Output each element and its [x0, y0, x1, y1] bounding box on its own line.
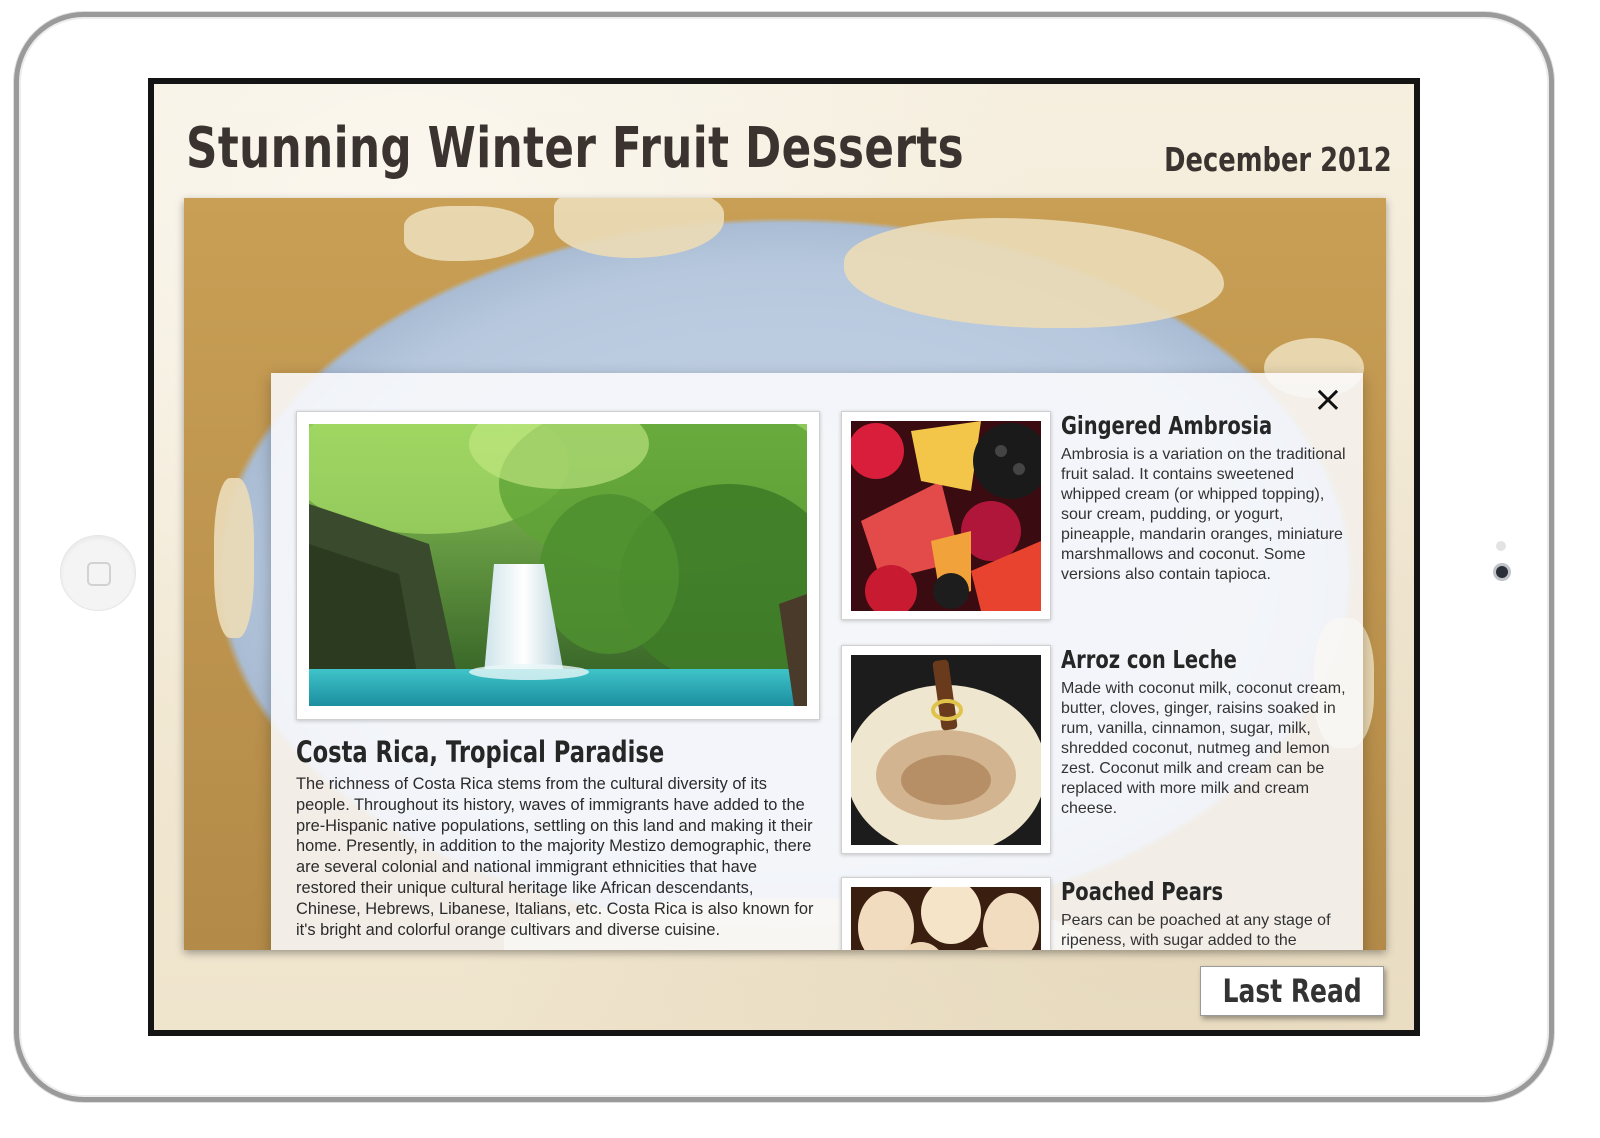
article-body: The richness of Costa Rica stems from th…: [296, 775, 814, 939]
recipe-description: Ambrosia is a variation on the tradition…: [1061, 446, 1346, 583]
poached-pears-photo: [851, 887, 1041, 950]
world-map-background: × Costa Rica, Tropical Paradise The rich…: [184, 198, 1386, 950]
waterfall-photo: [309, 424, 807, 706]
recipe-description: Made with coconut milk, coconut cream, b…: [1061, 680, 1346, 817]
camera-icon: [1493, 563, 1511, 581]
fruit-salad-photo: [851, 421, 1041, 611]
recipe-thumb-frame: [841, 411, 1051, 620]
rice-pudding-photo: [851, 655, 1041, 845]
article-heading: Costa Rica, Tropical Paradise: [296, 735, 665, 769]
last-read-label: Last Read: [1222, 972, 1362, 1010]
ambient-sensor: [1496, 541, 1506, 551]
app-screen: Stunning Winter Fruit Desserts December …: [148, 78, 1420, 1036]
home-button[interactable]: [60, 535, 136, 611]
recipe-description: Pears can be poached at any stage of rip…: [1061, 912, 1331, 949]
recipe-thumb-frame: [841, 645, 1051, 854]
recipe-title: Arroz con Leche: [1061, 645, 1237, 674]
recipe-title: Gingered Ambrosia: [1061, 411, 1273, 440]
recipe-title: Poached Pears: [1061, 877, 1224, 906]
article-overlay-panel: × Costa Rica, Tropical Paradise The rich…: [271, 373, 1363, 950]
close-icon[interactable]: ×: [1311, 382, 1345, 418]
last-read-button[interactable]: Last Read: [1200, 966, 1384, 1016]
issue-date: December 2012: [1164, 140, 1392, 179]
rice-pudding-illustration: [851, 655, 1041, 845]
waterfall-illustration: [309, 424, 807, 706]
recipe-thumb-frame: [841, 877, 1051, 950]
hero-image-frame: [296, 411, 820, 720]
home-button-square-icon: [87, 562, 111, 586]
fruit-salad-illustration: [851, 421, 1041, 611]
poached-pears-illustration: [851, 887, 1041, 950]
page-title: Stunning Winter Fruit Desserts: [186, 116, 965, 181]
